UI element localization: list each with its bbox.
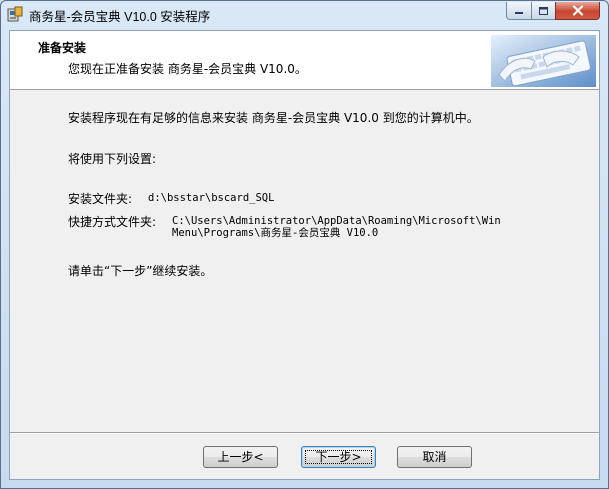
installer-window: 商务星-会员宝典 V10.0 安装程序 准备安装 您现在正准备安装 商务星-会员…: [0, 0, 609, 489]
maximize-button[interactable]: [531, 2, 556, 20]
window-title: 商务星-会员宝典 V10.0 安装程序: [29, 10, 211, 24]
next-button[interactable]: 下一步>: [301, 446, 376, 468]
install-folder-value: d:\bsstar\bscard_SQL: [148, 192, 275, 204]
minimize-button[interactable]: [506, 2, 532, 20]
cancel-button[interactable]: 取消: [397, 446, 472, 468]
button-separator: [10, 432, 599, 434]
page-subtitle: 您现在正准备安装 商务星-会员宝典 V10.0。: [68, 62, 307, 76]
wizard-client-area: 准备安装 您现在正准备安装 商务星-会员宝典 V10.0。 安装程序现在有足够的…: [9, 30, 600, 480]
focus-rectangle: [305, 450, 372, 464]
keyboard-hands-image: [491, 35, 596, 87]
installer-app-icon: [7, 6, 23, 22]
install-folder-label: 安装文件夹:: [68, 192, 133, 206]
shortcut-folder-label: 快捷方式文件夹:: [68, 215, 157, 229]
minimize-icon: [515, 11, 523, 14]
back-button[interactable]: 上一步<: [203, 446, 278, 468]
shortcut-folder-value-line2: Menu\Programs\商务星-会员宝典 V10.0: [172, 227, 379, 239]
maximize-icon: [539, 6, 548, 15]
shortcut-folder-value-line1: C:\Users\Administrator\AppData\Roaming\M…: [172, 215, 501, 227]
page-title: 准备安装: [38, 41, 87, 55]
settings-heading: 将使用下列设置:: [68, 152, 157, 166]
close-button[interactable]: [555, 2, 600, 20]
intro-text: 安装程序现在有足够的信息来安装 商务星-会员宝典 V10.0 到您的计算机中。: [68, 111, 479, 125]
instruction-text: 请单击“下一步”继续安装。: [68, 264, 213, 278]
close-icon: [572, 5, 583, 16]
title-bar[interactable]: 商务星-会员宝典 V10.0 安装程序: [1, 1, 608, 27]
wizard-header: 准备安装 您现在正准备安装 商务星-会员宝典 V10.0。: [10, 31, 599, 90]
